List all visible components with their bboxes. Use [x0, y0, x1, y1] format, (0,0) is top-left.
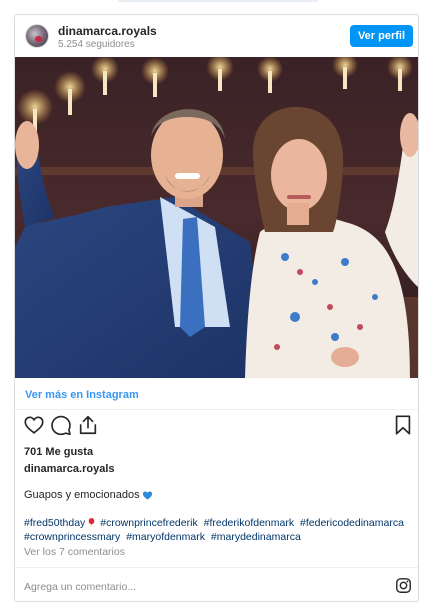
view-profile-button[interactable]: Ver perfil	[350, 25, 413, 47]
heart-icon[interactable]	[23, 414, 45, 436]
follower-count: 5.254 seguidores	[58, 39, 135, 50]
post-header: dinamarca.royals 5.254 seguidores Ver pe…	[15, 15, 418, 57]
comment-icon[interactable]	[50, 414, 72, 436]
comment-bar	[15, 567, 418, 601]
hashtag[interactable]: #fred50thday	[24, 517, 85, 529]
hashtag[interactable]: #crownprincessmary	[24, 531, 120, 543]
divider	[118, 0, 318, 2]
hashtag[interactable]: #crownprincefrederik	[100, 517, 197, 529]
action-bar	[15, 414, 418, 440]
header-username[interactable]: dinamarca.royals	[58, 24, 157, 38]
hashtag[interactable]: #marydedinamarca	[211, 531, 301, 543]
hashtag[interactable]: #federicodedinamarca	[300, 517, 404, 529]
instagram-logo-icon[interactable]	[395, 577, 412, 594]
hashtag[interactable]: #maryofdenmark	[126, 531, 205, 543]
hashtag-list: #fred50thday #crownprincefrederik #frede…	[24, 516, 416, 544]
post-photo[interactable]	[15, 57, 418, 378]
view-more-on-instagram-link[interactable]: Ver más en Instagram	[25, 389, 139, 401]
comment-input[interactable]	[24, 580, 324, 594]
view-comments-link[interactable]: Ver los 7 comentarios	[24, 546, 125, 558]
hashtag[interactable]: #frederikofdenmark	[204, 517, 294, 529]
caption: Guapos y emocionados	[24, 489, 153, 501]
instagram-embed-card: dinamarca.royals 5.254 seguidores Ver pe…	[14, 14, 419, 602]
bookmark-icon[interactable]	[392, 414, 414, 436]
avatar-detail	[35, 36, 42, 42]
caption-text: Guapos y emocionados	[24, 489, 140, 501]
avatar[interactable]	[25, 24, 49, 48]
balloon-emoji-icon	[89, 518, 95, 527]
view-more-bar: Ver más en Instagram	[15, 378, 418, 410]
top-strip	[0, 0, 425, 8]
blue-heart-emoji-icon	[142, 491, 152, 500]
like-count[interactable]: 701 Me gusta	[24, 446, 93, 458]
post-photo-illustration	[15, 57, 418, 378]
share-icon[interactable]	[77, 414, 99, 436]
caption-username[interactable]: dinamarca.royals	[24, 463, 115, 475]
